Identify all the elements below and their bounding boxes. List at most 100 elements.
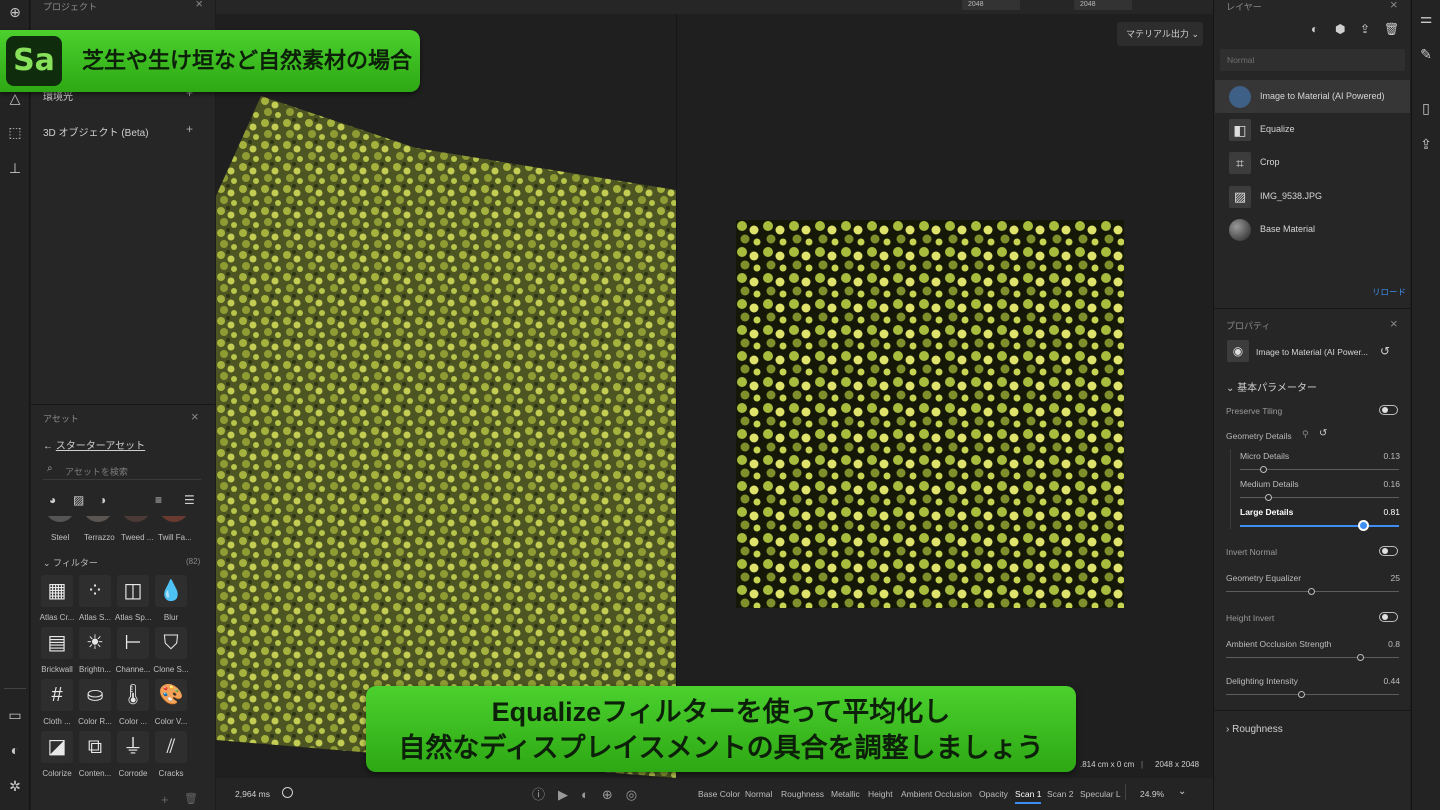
material-thumb[interactable] bbox=[45, 516, 75, 522]
filter-corrode[interactable]: ⏚ Corrode bbox=[115, 731, 151, 781]
close-icon[interactable]: × bbox=[195, 0, 203, 11]
export-layer-icon[interactable]: ⇪ bbox=[1360, 22, 1370, 36]
project-item-3d-objects[interactable]: 3D オブジェクト (Beta) bbox=[43, 124, 149, 139]
layer-image[interactable]: ▨ IMG_9538.JPG bbox=[1215, 180, 1410, 213]
material-filter-icon[interactable]: ◕ bbox=[49, 493, 56, 507]
transform-icon[interactable]: ⬚ bbox=[5, 122, 25, 142]
add-fill-icon[interactable]: ◐ bbox=[1311, 22, 1318, 36]
sliders-icon[interactable]: ⚌ bbox=[1416, 8, 1436, 28]
filter-bucket[interactable]: ◪ Colorize bbox=[39, 731, 75, 781]
toolbar-divider bbox=[4, 688, 26, 689]
filter-cracks[interactable]: ⫽ Cracks bbox=[153, 731, 189, 781]
micro-details-knob[interactable] bbox=[1260, 466, 1267, 473]
filter-content[interactable]: ⧉ Conten... bbox=[77, 731, 113, 781]
brush-icon[interactable]: ✎ bbox=[1416, 44, 1436, 64]
filter-palette[interactable]: 🎨 Color V... bbox=[153, 679, 189, 729]
tab-metallic[interactable]: Metallic bbox=[831, 789, 860, 799]
reset-icon[interactable]: ↺ bbox=[1380, 344, 1390, 358]
basic-parameters-header[interactable]: ⌄ 基本パラメーター bbox=[1226, 379, 1317, 394]
medium-details-track[interactable] bbox=[1240, 497, 1399, 498]
stamp-tool-icon[interactable]: ⊥ bbox=[5, 158, 25, 178]
environment-icon[interactable]: ◐ bbox=[5, 740, 25, 760]
export-material-button[interactable]: マテリアル出力 ⌄ bbox=[1117, 22, 1203, 46]
material-thumb[interactable] bbox=[83, 516, 113, 522]
filter-brick[interactable]: ▤ Brickwall bbox=[39, 627, 75, 677]
caption-line-2: 自然なディスプレイスメントの具合を調整しましょう bbox=[398, 733, 1044, 763]
physical-size: .814 cm x 0 cm bbox=[1080, 760, 1135, 769]
filter-checker[interactable]: ▦ Atlas Cr... bbox=[39, 575, 75, 625]
2d-texture-preview[interactable] bbox=[736, 220, 1124, 608]
add-asset-icon[interactable]: + bbox=[161, 792, 169, 807]
width-select[interactable]: 2048 bbox=[962, 0, 1020, 10]
back-to-starter-assets[interactable]: ← スターターアセット bbox=[43, 437, 145, 452]
tab-ambient-occlusion[interactable]: Ambient Occlusion bbox=[901, 789, 972, 799]
filter-atlas-split[interactable]: ◫ Atlas Sp... bbox=[115, 575, 151, 625]
tab-base-color[interactable]: Base Color bbox=[698, 789, 740, 799]
tab-scan-1[interactable]: Scan 1 bbox=[1015, 789, 1042, 804]
add-filter-icon[interactable]: ⬢ bbox=[1335, 22, 1345, 36]
layers-panel-title: レイヤー bbox=[1226, 2, 1262, 12]
layer-image-to-material[interactable]: Image to Material (AI Powered) bbox=[1215, 80, 1410, 113]
filter-color-replace[interactable]: ⛀ Color R... bbox=[77, 679, 113, 729]
ao-strength-knob[interactable] bbox=[1357, 654, 1364, 661]
3d-grass-plane[interactable] bbox=[216, 96, 676, 778]
preserve-tiling-toggle[interactable] bbox=[1379, 405, 1398, 415]
viewport-split-divider[interactable] bbox=[676, 14, 677, 774]
filters-section-header[interactable]: ⌄ フィルター bbox=[43, 556, 98, 569]
large-details-track[interactable] bbox=[1240, 525, 1399, 527]
delete-layer-icon[interactable]: 🗑 bbox=[1384, 22, 1399, 36]
geometry-equalizer-knob[interactable] bbox=[1308, 588, 1315, 595]
tab-specular-l[interactable]: Specular L bbox=[1080, 789, 1121, 799]
medium-details-knob[interactable] bbox=[1265, 494, 1272, 501]
reset-icon[interactable]: ↺ bbox=[1319, 428, 1327, 439]
filter-cloth[interactable]: # Cloth ... bbox=[39, 679, 75, 729]
filter-thermometer[interactable]: 🌡 Color ... bbox=[115, 679, 151, 729]
layer-crop[interactable]: ⌗ Crop bbox=[1215, 146, 1410, 179]
reload-link[interactable]: リロード bbox=[1372, 286, 1406, 298]
add-3d-object-icon[interactable]: + bbox=[186, 122, 193, 136]
layer-base-material[interactable]: Base Material bbox=[1215, 213, 1410, 246]
filter-drop[interactable]: 💧 Blur bbox=[153, 575, 189, 625]
render-status-icon bbox=[282, 787, 293, 798]
trash-icon[interactable]: 🗑 bbox=[184, 792, 198, 805]
filter-scatter[interactable]: ⁘ Atlas S... bbox=[77, 575, 113, 625]
tab-scan-2[interactable]: Scan 2 bbox=[1047, 789, 1073, 799]
filter-sun[interactable]: ☀ Brightn... bbox=[77, 627, 113, 677]
tab-opacity[interactable]: Opacity bbox=[979, 789, 1008, 799]
zoom-level[interactable]: 24.9% bbox=[1140, 789, 1164, 799]
close-icon[interactable]: × bbox=[1390, 0, 1398, 12]
settings-icon[interactable]: ✲ bbox=[5, 776, 25, 796]
close-icon[interactable]: × bbox=[1390, 316, 1398, 331]
zoom-chevron-icon[interactable]: ⌄ bbox=[1178, 786, 1186, 797]
material-thumb[interactable] bbox=[159, 516, 189, 522]
tab-roughness[interactable]: Roughness bbox=[781, 789, 824, 799]
delighting-knob[interactable] bbox=[1298, 691, 1305, 698]
filter-channel[interactable]: ⊢ Channe... bbox=[115, 627, 151, 677]
roughness-section-header[interactable]: › Roughness bbox=[1226, 724, 1283, 735]
share-icon[interactable]: ⇪ bbox=[1416, 134, 1436, 154]
tab-height[interactable]: Height bbox=[868, 789, 893, 799]
image-filter-icon[interactable]: ▨ bbox=[73, 493, 84, 507]
crop-icon: ⌗ bbox=[1229, 152, 1251, 174]
layer-equalize[interactable]: ◧ Equalize bbox=[1215, 113, 1410, 146]
list-view-icon[interactable]: ☰ bbox=[184, 493, 195, 507]
light-filter-icon[interactable]: ◑ bbox=[99, 493, 106, 507]
large-details-knob[interactable] bbox=[1358, 520, 1369, 531]
pin-icon[interactable]: ⚲ bbox=[1302, 429, 1309, 440]
height-select[interactable]: 2048 bbox=[1074, 0, 1132, 10]
invert-normal-toggle[interactable] bbox=[1379, 546, 1398, 556]
height-invert-toggle[interactable] bbox=[1379, 612, 1398, 622]
panel-icon[interactable]: ▯ bbox=[1416, 98, 1436, 118]
add-icon[interactable]: ⊕ bbox=[5, 2, 25, 22]
blend-mode-select[interactable]: Normal bbox=[1220, 49, 1405, 71]
close-icon[interactable]: × bbox=[191, 409, 199, 424]
material-thumb[interactable] bbox=[121, 516, 151, 522]
tab-normal[interactable]: Normal bbox=[745, 789, 772, 799]
asset-search[interactable]: ⌕ アセットを検索 bbox=[43, 460, 201, 480]
sort-icon[interactable]: ≡ bbox=[155, 493, 162, 507]
screen-icon[interactable]: ▭ bbox=[5, 705, 25, 725]
ao-strength-track[interactable] bbox=[1226, 657, 1399, 658]
view-mode-icons[interactable]: ⓘ▶◐⊕◎ bbox=[532, 784, 650, 803]
filter-stamp[interactable]: ⛉ Clone S... bbox=[153, 627, 189, 677]
delighting-track[interactable] bbox=[1226, 694, 1399, 695]
